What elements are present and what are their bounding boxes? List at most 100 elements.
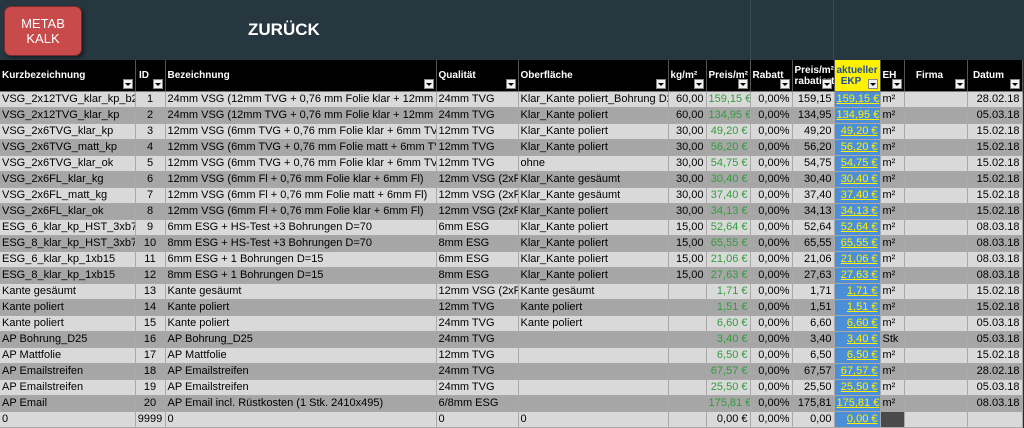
cell-datum[interactable]: 15.02.18	[967, 203, 1023, 220]
cell-qualitaet[interactable]: 12mm TVG	[436, 123, 519, 140]
cell-rabatt[interactable]: 0,00%	[750, 235, 793, 252]
cell-kurzbezeichnung[interactable]: VSG_2x6FL_klar_kg	[0, 171, 136, 188]
cell-qualitaet[interactable]: 12mm TVG	[436, 299, 519, 316]
cell-preis-rabatiert[interactable]: 6,50	[792, 347, 835, 364]
cell-kg-m2[interactable]: 30,00	[668, 171, 707, 188]
cell-aktueller-ekp[interactable]: 1,51 €	[834, 299, 881, 316]
cell-datum[interactable]: 08.03.18	[967, 251, 1023, 268]
cell-id[interactable]: 12	[135, 267, 166, 284]
cell-preis-m2[interactable]: 52,64 €	[706, 219, 751, 236]
cell-kg-m2[interactable]	[668, 411, 707, 428]
cell-aktueller-ekp[interactable]: 54,75 €	[834, 155, 881, 172]
cell-id[interactable]: 9999	[135, 411, 166, 428]
cell-eh[interactable]	[880, 411, 905, 428]
cell-kg-m2[interactable]	[668, 315, 707, 332]
cell-qualitaet[interactable]: 12mm VSG (2xFl)	[436, 171, 519, 188]
cell-rabatt[interactable]: 0,00%	[750, 187, 793, 204]
cell-kg-m2[interactable]: 30,00	[668, 139, 707, 156]
cell-firma[interactable]	[904, 283, 968, 300]
cell-qualitaet[interactable]: 8mm ESG	[436, 235, 519, 252]
cell-bezeichnung[interactable]: 12mm VSG (6mm Fl + 0,76 mm Folie klar + …	[165, 171, 437, 188]
cell-datum[interactable]: 08.03.18	[967, 267, 1023, 284]
cell-aktueller-ekp[interactable]: 159,15 €	[834, 91, 881, 108]
cell-oberflaeche[interactable]: Klar_Kante poliert	[518, 267, 669, 284]
cell-rabatt[interactable]: 0,00%	[750, 91, 793, 108]
cell-preis-rabatiert[interactable]: 175,81	[792, 395, 835, 412]
filter-dropdown-icon[interactable]	[737, 79, 748, 89]
cell-bezeichnung[interactable]: 12mm VSG (6mm Fl + 0,76 mm Folie matt + …	[165, 187, 437, 204]
cell-datum[interactable]: 08.03.18	[967, 219, 1023, 236]
cell-kg-m2[interactable]	[668, 299, 707, 316]
cell-aktueller-ekp[interactable]: 3,40 €	[834, 331, 881, 348]
cell-firma[interactable]	[904, 251, 968, 268]
cell-kg-m2[interactable]: 30,00	[668, 123, 707, 140]
cell-eh[interactable]: m²	[880, 219, 905, 236]
cell-id[interactable]: 8	[135, 203, 166, 220]
cell-oberflaeche[interactable]: Klar_Kante poliert	[518, 235, 669, 252]
cell-rabatt[interactable]: 0,00%	[750, 251, 793, 268]
cell-aktueller-ekp[interactable]: 56,20 €	[834, 139, 881, 156]
cell-oberflaeche[interactable]: ohne	[518, 155, 669, 172]
cell-kg-m2[interactable]: 15,00	[668, 235, 707, 252]
cell-preis-rabatiert[interactable]: 37,40	[792, 187, 835, 204]
cell-qualitaet[interactable]: 24mm TVG	[436, 315, 519, 332]
cell-oberflaeche[interactable]	[518, 331, 669, 348]
cell-eh[interactable]: m²	[880, 299, 905, 316]
cell-datum[interactable]: 08.03.18	[967, 395, 1023, 412]
filter-dropdown-icon[interactable]	[867, 79, 878, 89]
cell-rabatt[interactable]: 0,00%	[750, 347, 793, 364]
cell-aktueller-ekp[interactable]: 6,50 €	[834, 347, 881, 364]
cell-oberflaeche[interactable]	[518, 395, 669, 412]
cell-preis-m2[interactable]: 34,13 €	[706, 203, 751, 220]
filter-dropdown-icon[interactable]	[954, 79, 965, 89]
cell-oberflaeche[interactable]: Kante gesäumt	[518, 283, 669, 300]
filter-dropdown-icon[interactable]	[152, 79, 163, 89]
cell-kg-m2[interactable]	[668, 331, 707, 348]
cell-kurzbezeichnung[interactable]: AP Emailstreifen	[0, 379, 136, 396]
filter-dropdown-icon[interactable]	[821, 79, 832, 89]
cell-bezeichnung[interactable]: Kante poliert	[165, 299, 437, 316]
cell-aktueller-ekp[interactable]: 0,00 €	[834, 411, 881, 428]
cell-preis-rabatiert[interactable]: 134,95	[792, 107, 835, 124]
cell-rabatt[interactable]: 0,00%	[750, 331, 793, 348]
cell-preis-m2[interactable]: 67,57 €	[706, 363, 751, 380]
cell-firma[interactable]	[904, 219, 968, 236]
cell-qualitaet[interactable]: 6mm ESG	[436, 219, 519, 236]
cell-datum[interactable]: 28.02.18	[967, 363, 1023, 380]
cell-kurzbezeichnung[interactable]: VSG_2x6FL_klar_ok	[0, 203, 136, 220]
cell-preis-m2[interactable]: 175,81 €	[706, 395, 751, 412]
cell-bezeichnung[interactable]: AP Bohrung_D25	[165, 331, 437, 348]
cell-firma[interactable]	[904, 123, 968, 140]
cell-preis-rabatiert[interactable]: 67,57	[792, 363, 835, 380]
cell-preis-m2[interactable]: 1,51 €	[706, 299, 751, 316]
cell-preis-rabatiert[interactable]: 0,00	[792, 411, 835, 428]
cell-aktueller-ekp[interactable]: 21,06 €	[834, 251, 881, 268]
cell-bezeichnung[interactable]: Kante gesäumt	[165, 283, 437, 300]
cell-preis-m2[interactable]: 49,20 €	[706, 123, 751, 140]
filter-dropdown-icon[interactable]	[779, 79, 790, 89]
cell-eh[interactable]: m²	[880, 363, 905, 380]
cell-qualitaet[interactable]: 24mm TVG	[436, 331, 519, 348]
cell-eh[interactable]: m²	[880, 235, 905, 252]
cell-qualitaet[interactable]: 12mm VSG (2xFl)	[436, 203, 519, 220]
cell-firma[interactable]	[904, 299, 968, 316]
cell-datum[interactable]: 15.02.18	[967, 347, 1023, 364]
cell-preis-m2[interactable]: 65,55 €	[706, 235, 751, 252]
cell-kurzbezeichnung[interactable]: Kante poliert	[0, 299, 136, 316]
cell-aktueller-ekp[interactable]: 34,13 €	[834, 203, 881, 220]
cell-preis-rabatiert[interactable]: 30,40	[792, 171, 835, 188]
cell-aktueller-ekp[interactable]: 30,40 €	[834, 171, 881, 188]
cell-kg-m2[interactable]	[668, 363, 707, 380]
cell-preis-m2[interactable]: 21,06 €	[706, 251, 751, 268]
cell-datum[interactable]: 05.03.18	[967, 379, 1023, 396]
cell-qualitaet[interactable]: 12mm VSG (2xFl)	[436, 187, 519, 204]
cell-qualitaet[interactable]: 6mm ESG	[436, 251, 519, 268]
cell-bezeichnung[interactable]: 24mm VSG (12mm TVG + 0,76 mm Folie klar …	[165, 107, 437, 124]
filter-dropdown-icon[interactable]	[693, 79, 704, 89]
cell-qualitaet[interactable]: 24mm TVG	[436, 363, 519, 380]
filter-dropdown-icon[interactable]	[423, 79, 434, 89]
cell-id[interactable]: 6	[135, 171, 166, 188]
cell-preis-m2[interactable]: 56,20 €	[706, 139, 751, 156]
cell-kg-m2[interactable]: 15,00	[668, 251, 707, 268]
cell-datum[interactable]: 05.03.18	[967, 315, 1023, 332]
